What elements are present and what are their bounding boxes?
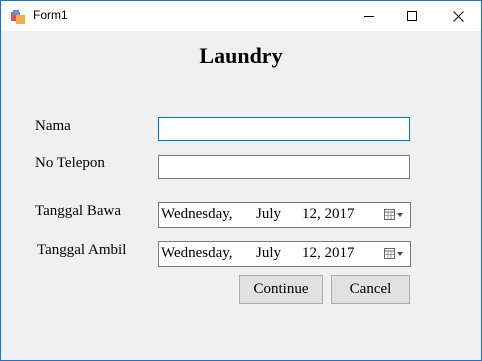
tanggal-bawa-datepicker[interactable]: Wednesday, July 12, 2017 bbox=[158, 202, 411, 228]
tanggal-ambil-label: Tanggal Ambil bbox=[37, 242, 127, 258]
tanggal-bawa-date[interactable]: 12, 2017 bbox=[302, 206, 355, 223]
tanggal-bawa-month[interactable]: July bbox=[256, 206, 281, 223]
telepon-label: No Telepon bbox=[35, 155, 105, 171]
nama-label: Nama bbox=[35, 118, 71, 134]
calendar-dropdown-icon[interactable] bbox=[384, 209, 404, 221]
tanggal-bawa-day[interactable]: Wednesday, bbox=[161, 206, 233, 223]
maximize-icon bbox=[406, 10, 417, 21]
close-button[interactable] bbox=[435, 1, 481, 31]
title-bar[interactable]: Form1 bbox=[1, 1, 481, 31]
tanggal-ambil-date[interactable]: 12, 2017 bbox=[302, 245, 355, 262]
continue-button[interactable]: Continue bbox=[239, 275, 323, 304]
close-icon bbox=[452, 10, 464, 22]
minimize-button[interactable] bbox=[346, 1, 392, 31]
nama-input[interactable] bbox=[158, 117, 410, 141]
form-heading: Laundry bbox=[199, 43, 283, 68]
telepon-input[interactable] bbox=[158, 155, 410, 179]
minimize-icon bbox=[363, 15, 374, 17]
tanggal-ambil-datepicker[interactable]: Wednesday, July 12, 2017 bbox=[158, 241, 411, 267]
window-title: Form1 bbox=[33, 8, 68, 22]
tanggal-bawa-label: Tanggal Bawa bbox=[35, 203, 122, 219]
tanggal-ambil-day[interactable]: Wednesday, bbox=[161, 245, 233, 262]
tanggal-ambil-month[interactable]: July bbox=[256, 245, 281, 262]
app-window: Form1 Laundry Nama No Telepon Tanggal Ba… bbox=[0, 0, 482, 361]
maximize-button[interactable] bbox=[389, 1, 435, 31]
app-icon bbox=[11, 10, 25, 24]
cancel-button[interactable]: Cancel bbox=[331, 275, 410, 304]
calendar-dropdown-icon[interactable] bbox=[384, 248, 404, 260]
